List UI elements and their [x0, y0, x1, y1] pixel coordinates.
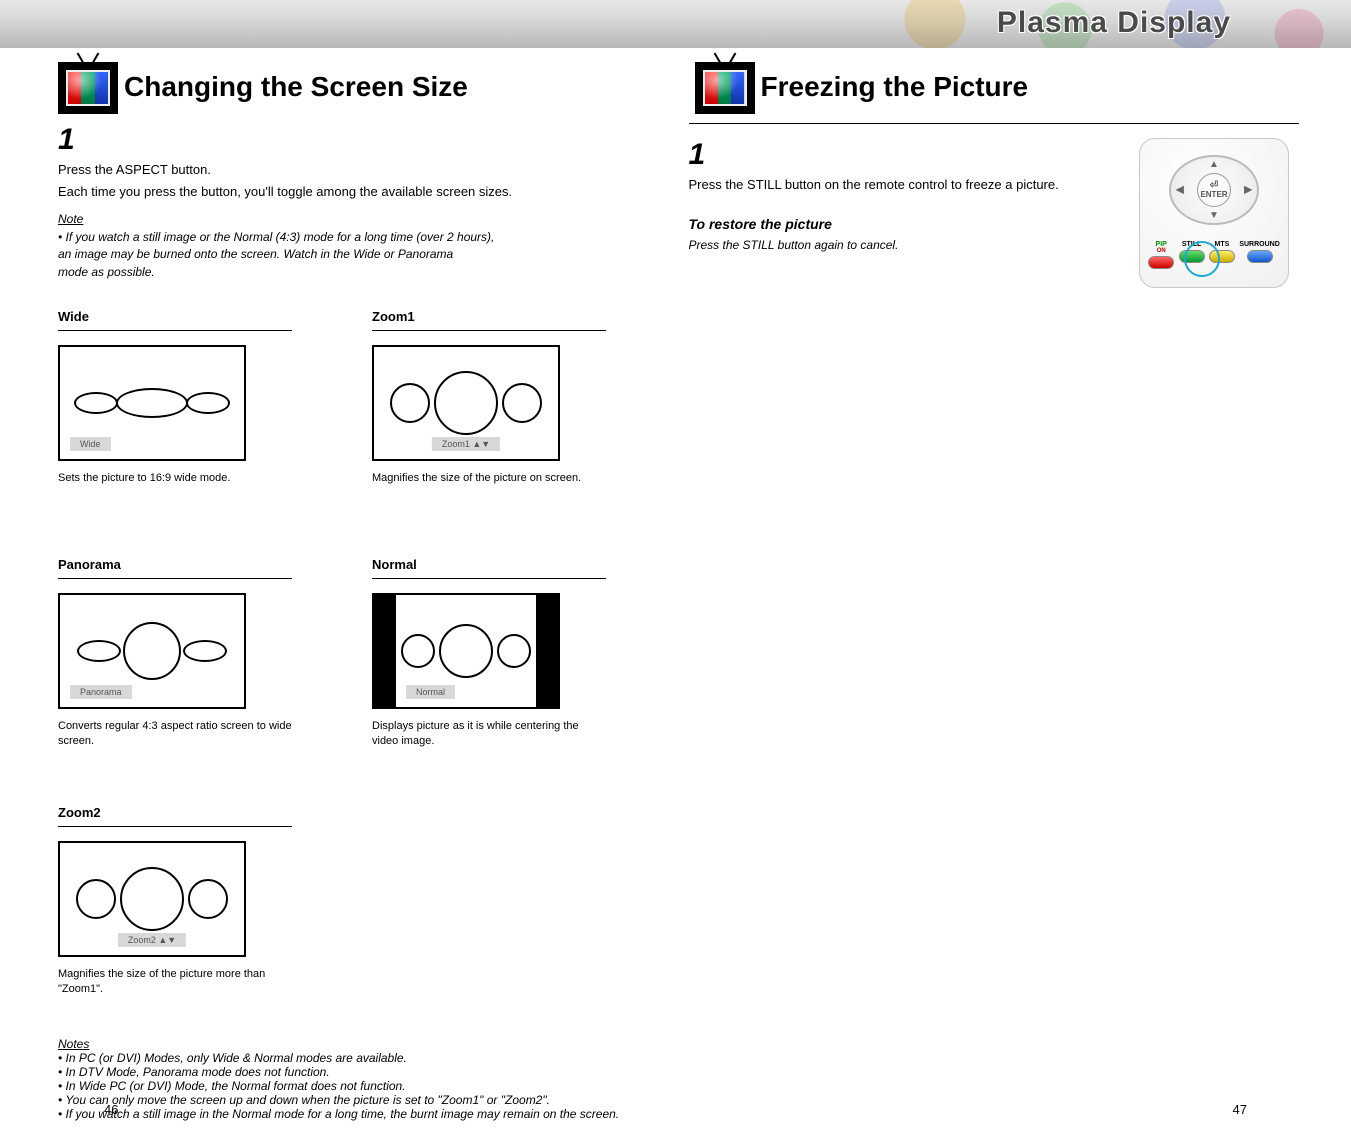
note-block: Note • If you watch a still image or the…	[58, 211, 663, 281]
diagram-panorama: Panorama	[58, 593, 246, 709]
mode-caption: Sets the picture to 16:9 wide mode.	[58, 471, 292, 529]
step-number: 1	[689, 138, 1124, 172]
left-title: Changing the Screen Size	[124, 71, 663, 103]
page-number-right: 47	[1233, 1102, 1247, 1117]
arrow-up-icon: ▲	[1209, 159, 1219, 170]
note-2: • In DTV Mode, Panorama mode does not fu…	[58, 1065, 663, 1079]
arrow-right-icon: ▶	[1244, 185, 1252, 196]
step-text-line1: Press the ASPECT button.	[58, 161, 663, 179]
mode-row-3: Zoom2 Zoom2 ▲▼ Magnifies the size of the…	[58, 805, 663, 1025]
diagram-tag: Zoom2 ▲▼	[118, 933, 186, 947]
diagram-tag: Panorama	[70, 685, 132, 699]
step-text: Press the STILL button on the remote con…	[689, 176, 1124, 194]
mode-caption: Magnifies the size of the picture on scr…	[372, 471, 606, 529]
enter-label: ENTER	[1200, 191, 1227, 199]
remote-illustration: ◀ ▶ ▲ ▼ ⏎ ENTER PIP ON	[1139, 138, 1289, 288]
mode-caption: Converts regular 4:3 aspect ratio screen…	[58, 719, 292, 777]
still-highlight-circle	[1184, 241, 1220, 277]
note-3: • In Wide PC (or DVI) Mode, the Normal f…	[58, 1079, 663, 1093]
note-line2: an image may be burned onto the screen. …	[58, 246, 663, 263]
step-number: 1	[58, 123, 663, 157]
right-page: Freezing the Picture 1 Press the STILL b…	[689, 62, 1300, 1121]
note-5: • If you watch a still image in the Norm…	[58, 1107, 663, 1121]
mode-label: Panorama	[58, 557, 292, 579]
mode-caption: Displays picture as it is while centerin…	[372, 719, 606, 777]
diagram-tag: Zoom1 ▲▼	[432, 437, 500, 451]
mode-panorama: Panorama Panorama Converts regular 4:3 a…	[58, 557, 292, 777]
diagram-zoom2: Zoom2 ▲▼	[58, 841, 246, 957]
step-text-line2: Each time you press the button, you'll t…	[58, 183, 663, 201]
note-line3: mode as possible.	[58, 264, 663, 281]
diagram-tag: Normal	[406, 685, 455, 699]
diagram-wide: Wide	[58, 345, 246, 461]
diagram-tag: Wide	[70, 437, 111, 451]
arrow-down-icon: ▼	[1209, 210, 1219, 221]
tv-icon	[58, 62, 118, 114]
mode-row-1: Wide Wide Sets the picture to 16:9 wide …	[58, 309, 663, 529]
mode-label: Normal	[372, 557, 606, 579]
mode-zoom1: Zoom1 Zoom1 ▲▼ Magnifies the size of the…	[372, 309, 606, 529]
note-heading: Note	[58, 212, 83, 226]
arrow-left-icon: ◀	[1176, 185, 1184, 196]
enter-button: ⏎ ENTER	[1197, 173, 1231, 207]
pip-button: PIP ON	[1148, 241, 1174, 269]
left-page: Changing the Screen Size 1 Press the ASP…	[52, 62, 663, 1121]
surround-label: SURROUND	[1239, 241, 1279, 248]
mode-zoom2: Zoom2 Zoom2 ▲▼ Magnifies the size of the…	[58, 805, 292, 1025]
mode-label: Wide	[58, 309, 292, 331]
note-4: • You can only move the screen up and do…	[58, 1093, 663, 1107]
mode-normal: Normal Normal Displays picture as it is …	[372, 557, 606, 777]
step-1: 1 Press the ASPECT button. Each time you…	[58, 123, 663, 281]
mode-label: Zoom2	[58, 805, 292, 827]
restore-heading: To restore the picture	[689, 216, 1124, 232]
dpad: ◀ ▶ ▲ ▼ ⏎ ENTER	[1169, 155, 1259, 225]
blue-pill-icon	[1247, 250, 1273, 263]
right-title: Freezing the Picture	[761, 71, 1300, 103]
notes-bottom: Notes • In PC (or DVI) Modes, only Wide …	[58, 1037, 663, 1121]
surround-button: SURROUND	[1239, 241, 1279, 269]
note-line1: • If you watch a still image or the Norm…	[58, 229, 663, 246]
tv-icon	[695, 62, 755, 114]
restore-text: Press the STILL button again to cancel.	[689, 238, 1124, 252]
step-1-right: 1 Press the STILL button on the remote c…	[689, 123, 1300, 288]
mode-caption: Magnifies the size of the picture more t…	[58, 967, 292, 1025]
page-number-left: 46	[104, 1102, 118, 1117]
diagram-zoom1: Zoom1 ▲▼	[372, 345, 560, 461]
red-pill-icon	[1148, 256, 1174, 269]
pip-label: PIP	[1156, 241, 1167, 248]
mode-row-2: Panorama Panorama Converts regular 4:3 a…	[58, 557, 663, 777]
note-1: • In PC (or DVI) Modes, only Wide & Norm…	[58, 1051, 663, 1065]
page-spread: Changing the Screen Size 1 Press the ASP…	[0, 48, 1351, 1139]
mode-label: Zoom1	[372, 309, 606, 331]
mts-label: MTS	[1215, 241, 1230, 248]
header-band: Plasma Display	[0, 0, 1351, 48]
diagram-normal: Normal	[372, 593, 560, 709]
notes-heading: Notes	[58, 1037, 89, 1051]
mode-wide: Wide Wide Sets the picture to 16:9 wide …	[58, 309, 292, 529]
on-label: ON	[1157, 248, 1166, 254]
brand-title: Plasma Display	[997, 6, 1231, 40]
